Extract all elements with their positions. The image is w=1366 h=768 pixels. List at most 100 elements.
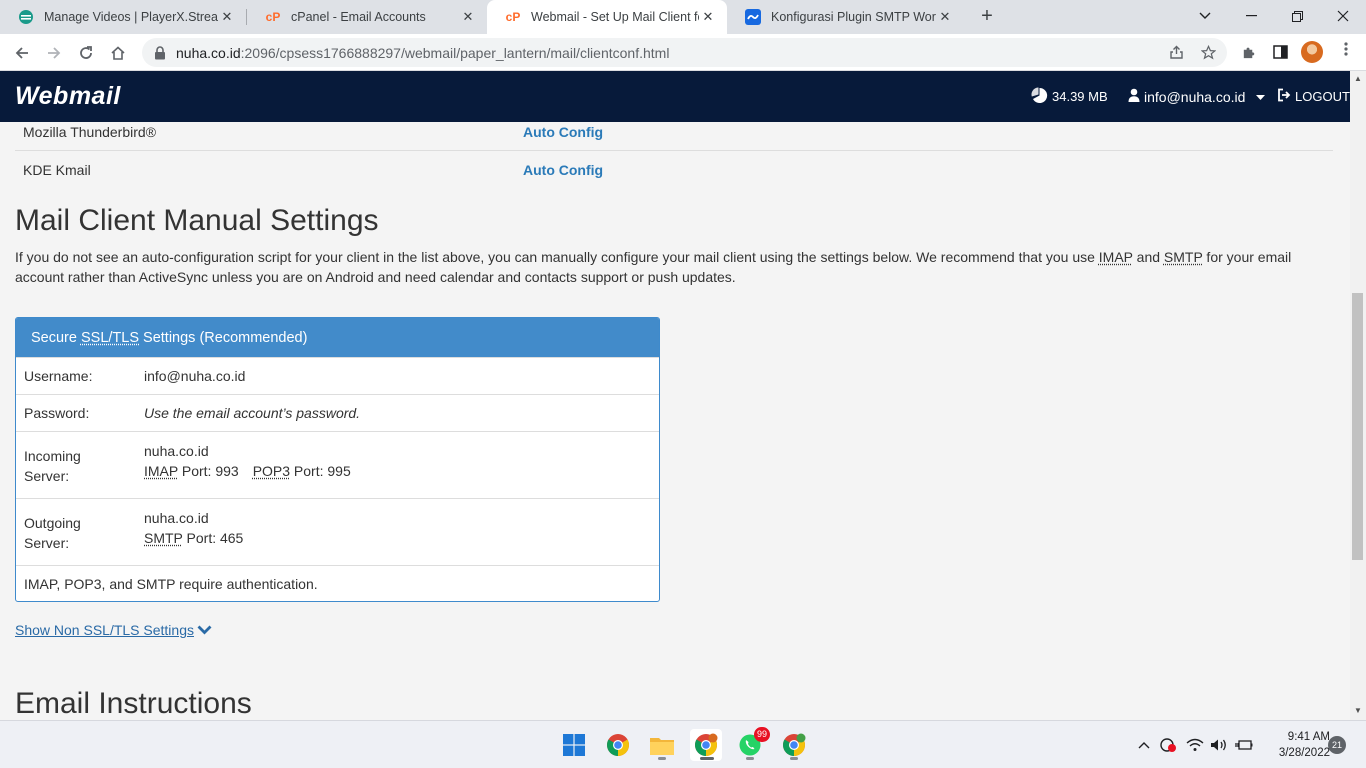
forward-arrow-icon[interactable] [41, 40, 67, 66]
tab-cpanel[interactable]: cP cPanel - Email Accounts ✕ [247, 0, 487, 34]
toggle-label: Show Non SSL/TLS Settings [15, 622, 194, 638]
chrome-profile-icon[interactable] [690, 729, 722, 761]
browser-menu-icon[interactable] [1336, 42, 1356, 62]
close-tab-icon[interactable]: ✕ [699, 9, 717, 25]
intro-text: If you do not see an auto-configuration … [15, 249, 1099, 265]
panel-heading: Secure SSL/TLS Settings (Recommended) [16, 318, 659, 357]
username-label: Username: [24, 368, 92, 384]
profile-avatar[interactable] [1301, 41, 1323, 63]
disk-usage-value: 34.39 MB [1052, 89, 1108, 104]
incoming-value: nuha.co.id IMAP Port: 993 POP3 Port: 995 [144, 441, 351, 481]
file-explorer-icon[interactable] [646, 729, 678, 761]
start-windows-icon[interactable] [558, 729, 590, 761]
logout-button[interactable]: LOGOUT [1277, 71, 1350, 122]
tab-search-icon[interactable] [1182, 0, 1228, 32]
lock-icon [154, 46, 168, 60]
email-instructions-title: Email Instructions [15, 687, 252, 720]
smtp-abbr: SMTP [144, 530, 183, 546]
user-menu[interactable]: info@nuha.co.id [1128, 71, 1269, 122]
chevron-down-icon [197, 622, 212, 638]
reload-icon[interactable] [73, 40, 99, 66]
minimize-icon[interactable] [1228, 0, 1274, 32]
panel-heading-text: Settings (Recommended) [139, 330, 307, 346]
notification-count-badge[interactable]: 21 [1328, 736, 1346, 754]
close-tab-icon[interactable]: ✕ [218, 9, 236, 25]
imap-port: Port: 993 [178, 463, 239, 479]
pop3-port: Port: 995 [290, 463, 351, 479]
scroll-up-arrow-icon[interactable]: ▲ [1350, 71, 1366, 87]
outgoing-host: nuha.co.id [144, 510, 209, 526]
chrome-icon[interactable] [602, 729, 634, 761]
address-bar[interactable]: nuha.co.id:2096/cpsess1766888297/webmail… [142, 38, 1227, 67]
tab-webmail[interactable]: cP Webmail - Set Up Mail Client for ✕ [487, 0, 727, 34]
tab-label: Manage Videos | PlayerX.Stream [44, 10, 218, 24]
smtp-plugin-icon [745, 9, 761, 25]
intro-text: and [1133, 249, 1164, 265]
manual-settings-title: Mail Client Manual Settings [15, 204, 379, 238]
password-label: Password: [24, 405, 89, 421]
back-arrow-icon[interactable] [9, 40, 35, 66]
clock-date: 3/28/2022 [1260, 745, 1330, 761]
outgoing-server-row: Outgoing Server: nuha.co.id SMTP Port: 4… [16, 498, 659, 565]
tab-label: cPanel - Email Accounts [291, 10, 459, 24]
incoming-server-row: Incoming Server: nuha.co.id IMAP Port: 9… [16, 431, 659, 498]
manual-settings-intro: If you do not see an auto-configuration … [15, 248, 1335, 287]
battery-plug-icon[interactable] [1234, 721, 1254, 768]
incoming-label: Incoming Server: [24, 446, 81, 486]
clock-time: 9:41 AM [1260, 729, 1330, 745]
antivirus-icon[interactable] [1158, 721, 1178, 768]
client-row: Mozilla Thunderbird® Auto Config [15, 122, 1333, 151]
wifi-icon[interactable] [1185, 721, 1205, 768]
volume-icon[interactable] [1209, 721, 1229, 768]
outgoing-label-line: Outgoing [24, 515, 81, 531]
close-window-icon[interactable] [1320, 0, 1366, 32]
share-icon[interactable] [1166, 42, 1186, 62]
imap-abbr: IMAP [144, 463, 178, 479]
home-icon[interactable] [105, 40, 131, 66]
outgoing-label-line: Server: [24, 535, 69, 551]
playerx-icon [18, 9, 34, 25]
client-row: KDE Kmail Auto Config [15, 151, 1333, 188]
extensions-puzzle-icon[interactable] [1238, 42, 1258, 62]
browser-toolbar: nuha.co.id:2096/cpsess1766888297/webmail… [0, 34, 1366, 71]
imap-abbr: IMAP [1099, 249, 1133, 265]
tab-smtp-plugin[interactable]: Konfigurasi Plugin SMTP WordPre ✕ [727, 0, 964, 34]
tab-playerx[interactable]: Manage Videos | PlayerX.Stream ✕ [0, 0, 246, 34]
incoming-label-line: Incoming [24, 448, 81, 464]
username-row: Username: info@nuha.co.id [16, 357, 659, 394]
pie-chart-icon [1031, 87, 1052, 107]
incoming-host: nuha.co.id [144, 443, 209, 459]
url-path: :2096/cpsess1766888297/webmail/paper_lan… [241, 45, 670, 61]
auto-config-link[interactable]: Auto Config [523, 124, 603, 140]
webmail-logo[interactable]: Webmail [15, 82, 121, 111]
url-host: nuha.co.id [176, 45, 241, 61]
show-non-ssl-settings-link[interactable]: Show Non SSL/TLS Settings [15, 622, 212, 638]
client-name: Mozilla Thunderbird® [23, 124, 156, 140]
auth-note-row: IMAP, POP3, and SMTP require authenticat… [16, 565, 659, 602]
smtp-port: Port: 465 [183, 530, 244, 546]
auth-note: IMAP, POP3, and SMTP require authenticat… [24, 576, 318, 592]
close-tab-icon[interactable]: ✕ [459, 9, 477, 25]
tab-label: Webmail - Set Up Mail Client for [531, 10, 699, 24]
tab-label: Konfigurasi Plugin SMTP WordPre [771, 10, 936, 24]
client-name: KDE Kmail [23, 162, 91, 178]
close-tab-icon[interactable]: ✕ [936, 9, 954, 25]
side-panel-icon[interactable] [1270, 42, 1290, 62]
tray-chevron-up-icon[interactable] [1136, 721, 1152, 768]
auto-config-link[interactable]: Auto Config [523, 162, 603, 178]
scrollbar-thumb[interactable] [1352, 293, 1363, 560]
restore-icon[interactable] [1274, 0, 1320, 32]
disk-usage[interactable]: 34.39 MB [1031, 71, 1108, 122]
webmail-header: Webmail 34.39 MB info@nuha.co.id LOGOUT [0, 71, 1350, 122]
system-clock[interactable]: 9:41 AM 3/28/2022 [1260, 729, 1330, 761]
bookmark-star-icon[interactable] [1198, 42, 1218, 62]
page-content: Mozilla Thunderbird® Auto Config KDE Kma… [0, 122, 1350, 720]
ssl-tls-abbr: SSL/TLS [81, 330, 139, 346]
scroll-down-arrow-icon[interactable]: ▼ [1350, 703, 1366, 719]
secure-settings-panel: Secure SSL/TLS Settings (Recommended) Us… [15, 317, 660, 602]
chrome-profile-p-icon[interactable] [778, 729, 810, 761]
logout-label: LOGOUT [1295, 89, 1350, 104]
outgoing-value: nuha.co.id SMTP Port: 465 [144, 508, 243, 548]
new-tab-button[interactable]: + [976, 5, 998, 27]
whatsapp-icon[interactable]: 99 [734, 729, 766, 761]
